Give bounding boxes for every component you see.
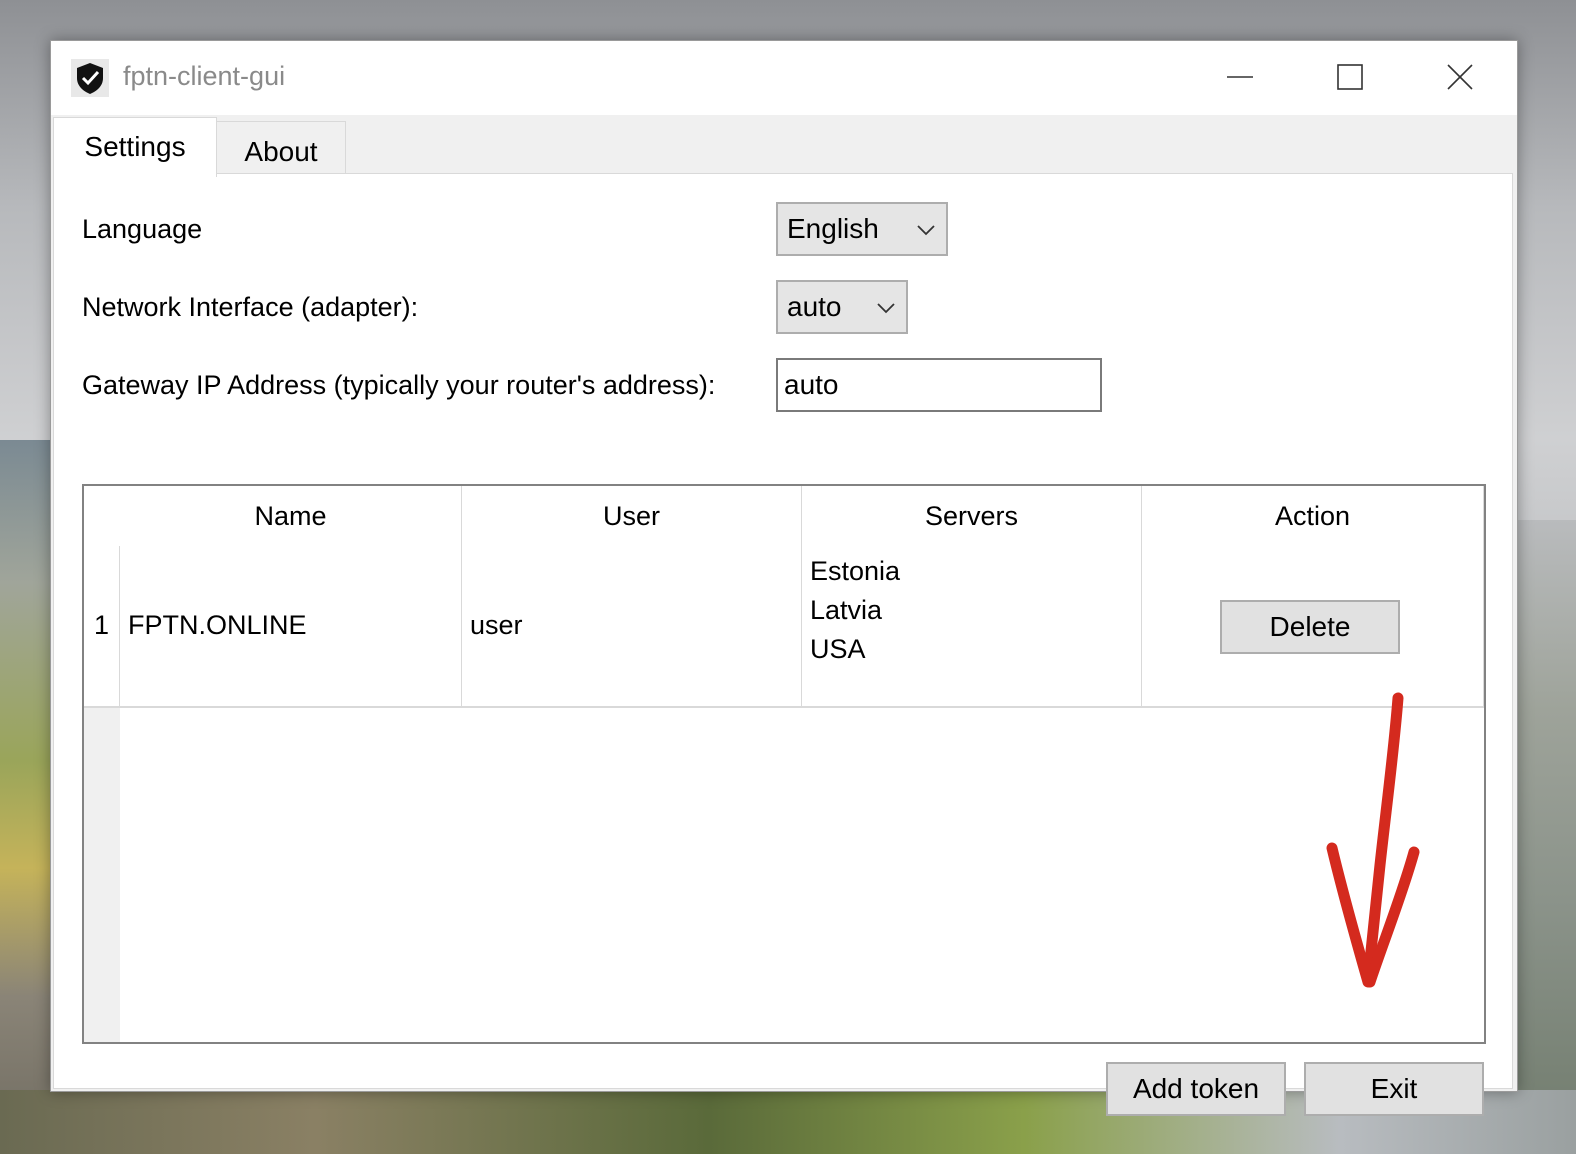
language-select[interactable]: English	[776, 202, 948, 256]
settings-panel: Language English Network Interface (adap…	[53, 173, 1513, 1116]
row-number: 1	[94, 610, 110, 640]
language-label: Language	[82, 214, 203, 244]
maximize-button[interactable]	[1295, 41, 1405, 113]
delete-button[interactable]: Delete	[1220, 600, 1400, 654]
network-interface-label: Network Interface (adapter):	[82, 292, 419, 322]
table-cell-user[interactable]: user	[462, 546, 802, 708]
network-interface-select[interactable]: auto	[776, 280, 908, 334]
maximize-icon	[1337, 64, 1363, 90]
app-window: fptn-client-gui Settings About Language …	[50, 40, 1518, 1116]
server-item: Latvia	[810, 595, 883, 625]
minimize-button[interactable]	[1185, 41, 1295, 113]
column-header-action[interactable]: Action	[1142, 486, 1484, 546]
desktop-wallpaper-left	[0, 440, 52, 1154]
gateway-label: Gateway IP Address (typically your route…	[82, 370, 716, 400]
tab-settings[interactable]: Settings	[53, 117, 217, 177]
desktop-wallpaper-right	[1518, 520, 1576, 1154]
table-cell-action: Delete	[1142, 546, 1484, 708]
table-cell-servers[interactable]: Estonia Latvia USA	[802, 546, 1142, 708]
exit-button[interactable]: Exit	[1304, 1062, 1484, 1116]
chevron-down-icon	[917, 225, 935, 236]
table-corner	[84, 486, 121, 546]
title-bar[interactable]: fptn-client-gui	[51, 41, 1517, 115]
column-header-servers[interactable]: Servers	[802, 486, 1142, 546]
server-item: USA	[810, 634, 866, 664]
token-user: user	[470, 610, 523, 640]
server-list: Estonia Latvia USA	[810, 552, 900, 669]
close-button[interactable]	[1405, 41, 1515, 113]
gateway-input[interactable]	[776, 358, 1102, 412]
column-header-name[interactable]: Name	[120, 486, 462, 546]
close-icon	[1447, 64, 1473, 90]
shield-icon	[71, 59, 109, 97]
chevron-down-icon	[877, 303, 895, 314]
language-select-value: English	[787, 213, 879, 244]
tokens-table: Name User Servers Action 1 FPTN.ONLINE u…	[82, 484, 1486, 1044]
add-token-button[interactable]: Add token	[1106, 1062, 1286, 1116]
row-header[interactable]: 1	[84, 546, 120, 708]
server-item: Estonia	[810, 556, 901, 586]
table-cell-name[interactable]: FPTN.ONLINE	[120, 546, 462, 708]
window-title: fptn-client-gui	[123, 61, 286, 91]
tab-about[interactable]: About	[216, 121, 346, 173]
minimize-icon	[1227, 76, 1253, 78]
client-area: Settings About Language English Network …	[51, 115, 1517, 1116]
annotation-arrow-icon	[1326, 692, 1420, 988]
token-name: FPTN.ONLINE	[128, 610, 307, 640]
column-header-user[interactable]: User	[462, 486, 802, 546]
network-interface-select-value: auto	[787, 291, 842, 322]
